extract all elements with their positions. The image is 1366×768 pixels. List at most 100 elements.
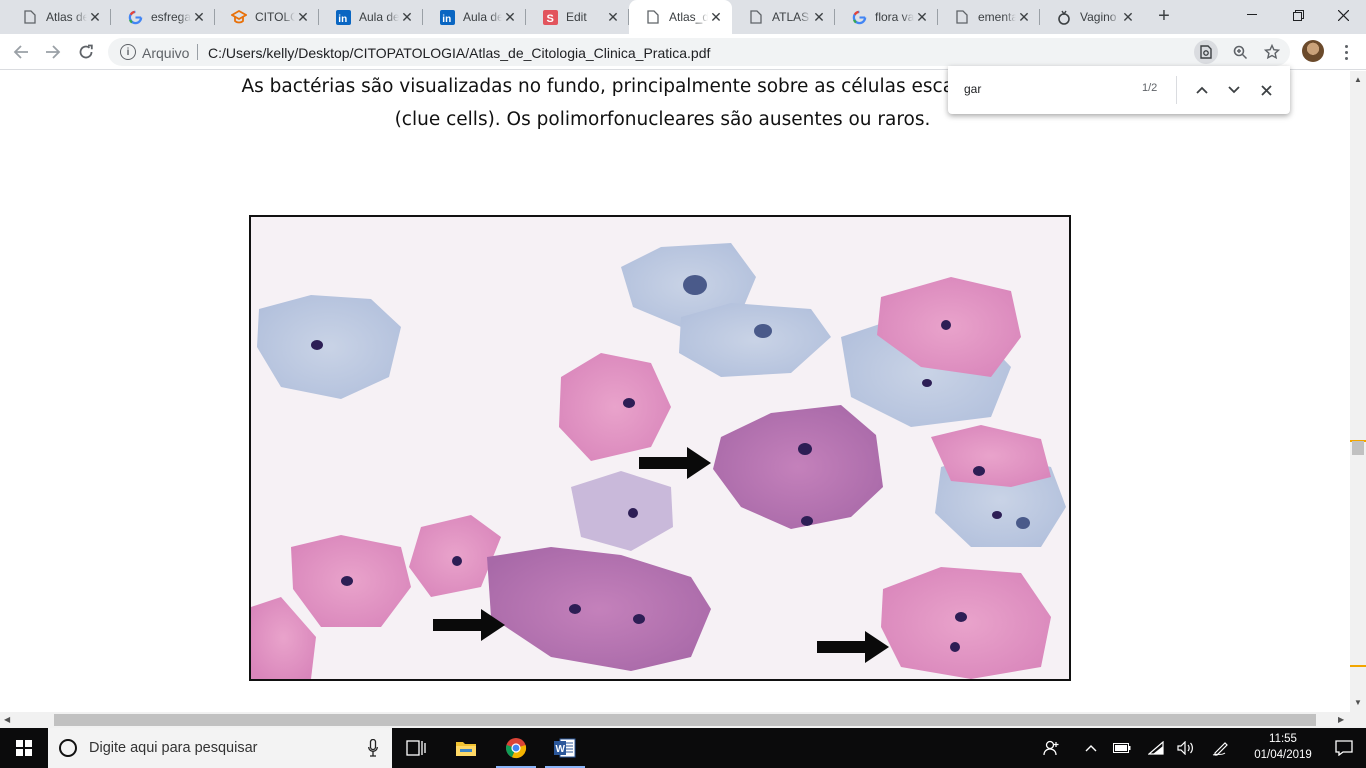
- speaker-icon: [1177, 741, 1193, 755]
- chrome-icon: [506, 738, 527, 759]
- close-icon[interactable]: ✕: [191, 9, 207, 25]
- battery-button[interactable]: [1110, 728, 1134, 768]
- find-page-icon: [1200, 45, 1212, 59]
- show-hidden-icons-button[interactable]: [1080, 728, 1102, 768]
- find-in-page-button[interactable]: [1194, 40, 1218, 64]
- forward-button[interactable]: [41, 40, 65, 64]
- wifi-icon: [1148, 741, 1164, 755]
- s-logo-icon: S: [542, 9, 558, 25]
- tab-label: ATLAS: [772, 10, 810, 24]
- tab-label: CITOLO: [255, 10, 295, 24]
- scrollbar-thumb[interactable]: [1352, 441, 1364, 455]
- tab-aula-2[interactable]: in Aula de ✕: [423, 0, 526, 34]
- taskbar-search[interactable]: Digite aqui para pesquisar: [48, 728, 392, 768]
- reload-button[interactable]: [74, 40, 98, 64]
- find-match-count: 1/2: [1142, 82, 1158, 94]
- arrow-right-icon: [46, 45, 61, 59]
- close-icon[interactable]: ✕: [295, 9, 311, 25]
- word-icon: W: [554, 738, 576, 758]
- new-tab-button[interactable]: +: [1152, 5, 1176, 29]
- avatar[interactable]: [1302, 40, 1324, 62]
- find-close-button[interactable]: [1254, 78, 1278, 102]
- tab-citolo[interactable]: CITOLO ✕: [215, 0, 319, 34]
- clock-time: 11:55: [1269, 733, 1297, 745]
- close-icon[interactable]: ✕: [399, 9, 415, 25]
- arrow-left-icon: [13, 45, 28, 59]
- pdf-viewer: As bactérias são visualizadas no fundo, …: [0, 71, 1350, 712]
- svg-text:W: W: [556, 744, 566, 755]
- close-icon[interactable]: ✕: [1120, 9, 1136, 25]
- people-button[interactable]: [1038, 728, 1066, 768]
- svg-text:S: S: [546, 13, 553, 25]
- bookmark-button[interactable]: [1260, 40, 1284, 64]
- scroll-right-icon[interactable]: ▶: [1338, 715, 1344, 724]
- file-explorer-button[interactable]: [442, 728, 490, 768]
- scrollbar-thumb[interactable]: [54, 714, 1316, 726]
- close-icon[interactable]: ✕: [811, 9, 827, 25]
- close-icon: [1337, 9, 1349, 21]
- volume-button[interactable]: [1174, 728, 1198, 768]
- horizontal-scrollbar[interactable]: ◀ ▶: [0, 712, 1366, 728]
- close-icon[interactable]: ✕: [708, 9, 724, 25]
- tab-label: Edit: [566, 10, 587, 24]
- pen-icon: [1212, 742, 1228, 756]
- tab-edit[interactable]: S Edit ✕: [526, 0, 629, 34]
- notification-icon: [1335, 740, 1353, 756]
- pen-button[interactable]: [1208, 728, 1236, 768]
- tab-atlas-1[interactable]: Atlas de ✕: [6, 0, 111, 34]
- find-previous-button[interactable]: [1190, 78, 1214, 102]
- microscopy-illustration: [251, 217, 1069, 679]
- wifi-button[interactable]: [1144, 728, 1168, 768]
- zoom-icon: [1233, 45, 1247, 59]
- tab-esfrega[interactable]: esfrega ✕: [111, 0, 215, 34]
- word-taskbar-button[interactable]: W: [541, 728, 589, 768]
- people-icon: [1043, 740, 1059, 756]
- page-icon: [22, 9, 38, 25]
- tab-atlas-active[interactable]: Atlas_de ✕: [629, 0, 732, 34]
- zoom-button[interactable]: [1228, 40, 1252, 64]
- tab-vagino[interactable]: Vagino ✕: [1040, 0, 1144, 34]
- vertical-scrollbar[interactable]: ▲ ▼: [1350, 71, 1366, 712]
- close-window-button[interactable]: [1320, 0, 1366, 30]
- folder-icon: [456, 742, 476, 756]
- tab-aula-1[interactable]: in Aula de ✕: [319, 0, 423, 34]
- info-icon[interactable]: i: [120, 44, 136, 60]
- restore-button[interactable]: [1275, 0, 1321, 30]
- scroll-up-icon[interactable]: ▲: [1354, 75, 1362, 84]
- close-icon[interactable]: ✕: [502, 9, 518, 25]
- close-icon: [1260, 84, 1272, 96]
- menu-button[interactable]: [1336, 40, 1356, 64]
- tab-ementa[interactable]: ementa ✕: [938, 0, 1040, 34]
- tab-atlas-2[interactable]: ATLAS ✕: [732, 0, 835, 34]
- taskbar-clock[interactable]: 11:55 01/04/2019: [1246, 731, 1320, 763]
- find-next-button[interactable]: [1222, 78, 1246, 102]
- action-center-button[interactable]: [1322, 728, 1366, 768]
- svg-text:in: in: [442, 14, 451, 25]
- task-view-button[interactable]: [392, 728, 440, 768]
- close-icon[interactable]: ✕: [914, 9, 930, 25]
- scroll-down-icon[interactable]: ▼: [1354, 698, 1362, 707]
- scroll-left-icon[interactable]: ◀: [4, 715, 10, 724]
- url-text[interactable]: C:/Users/kelly/Desktop/CITOPATOLOGIA/Atl…: [208, 45, 710, 61]
- microphone-icon[interactable]: [368, 739, 378, 757]
- chrome-taskbar-button[interactable]: [492, 728, 540, 768]
- minimize-button[interactable]: [1229, 0, 1275, 30]
- find-match-marker: [1350, 665, 1366, 667]
- back-button[interactable]: [9, 40, 33, 64]
- tab-flora[interactable]: flora va ✕: [835, 0, 938, 34]
- tab-strip: Atlas de ✕ esfrega ✕ CITOLO ✕ in Aula de…: [0, 0, 1366, 34]
- find-input[interactable]: gar: [964, 82, 1134, 96]
- cortana-icon: [59, 739, 77, 757]
- micrograph-image: [249, 215, 1071, 681]
- chevron-down-icon: [1228, 86, 1240, 94]
- close-icon[interactable]: ✕: [87, 9, 103, 25]
- clock-date: 01/04/2019: [1254, 749, 1312, 761]
- battery-icon: [1113, 743, 1131, 753]
- search-placeholder: Digite aqui para pesquisar: [89, 740, 258, 756]
- close-icon[interactable]: ✕: [1016, 9, 1032, 25]
- tab-label: Aula de: [463, 10, 502, 24]
- start-button[interactable]: [0, 728, 48, 768]
- close-icon[interactable]: ✕: [605, 9, 621, 25]
- google-icon: [851, 9, 867, 25]
- address-bar[interactable]: i Arquivo C:/Users/kelly/Desktop/CITOPAT…: [108, 38, 1290, 66]
